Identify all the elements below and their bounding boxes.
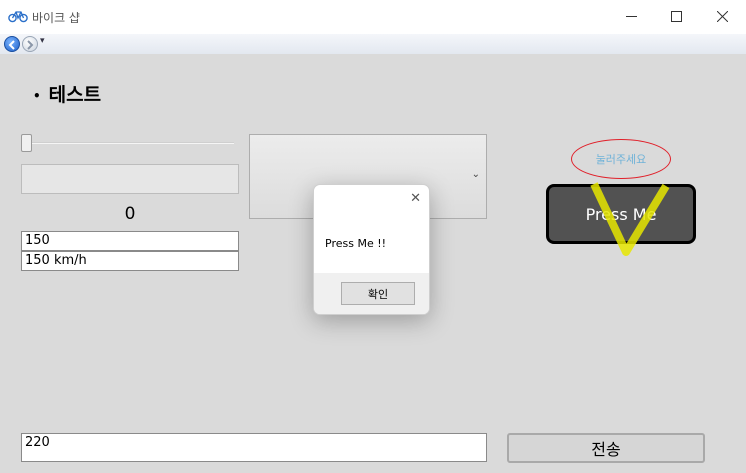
slider-thumb[interactable] [21, 134, 32, 152]
close-button[interactable] [699, 0, 745, 32]
dialog-message: Press Me !! [325, 237, 387, 250]
minimize-icon [625, 15, 637, 17]
ok-button[interactable]: 확인 [341, 282, 415, 305]
forward-arrow-glyph [27, 40, 34, 50]
back-arrow-icon[interactable] [4, 36, 20, 52]
close-icon [716, 10, 728, 22]
forward-arrow-icon[interactable] [22, 36, 38, 52]
message-dialog: ✕ Press Me !! 확인 [313, 184, 430, 315]
check-v-shape [590, 182, 670, 256]
bullet-icon: • [33, 88, 41, 103]
counter-value: 0 [124, 204, 136, 224]
navigation-bar: ▾ [0, 34, 746, 54]
minimize-button[interactable] [608, 0, 654, 32]
slider-track[interactable] [22, 142, 234, 144]
dialog-close-icon[interactable]: ✕ [410, 191, 421, 206]
send-button[interactable]: 전송 [507, 433, 705, 463]
progress-bar [21, 164, 239, 194]
heading-text: 테스트 [48, 84, 102, 106]
bicycle-icon [8, 11, 28, 23]
title-bar: 바이크 샵 [0, 0, 746, 34]
back-arrow-glyph [8, 40, 15, 50]
window-title: 바이크 샵 [32, 11, 80, 25]
chevron-down-icon: ⌄ [471, 169, 480, 180]
bottom-textbox[interactable]: 220 [21, 433, 487, 462]
speed-textbox[interactable]: 150 [21, 231, 239, 251]
speed-unit-textbox[interactable]: 150 km/h [21, 251, 239, 271]
maximize-icon [670, 10, 682, 22]
dialog-footer: 확인 [314, 273, 429, 314]
press-hint-ellipse[interactable]: 눌러주세요 [571, 139, 671, 179]
maximize-button[interactable] [653, 0, 699, 32]
chevron-down-icon[interactable]: ▾ [40, 36, 45, 46]
page-heading: • 테스트 [33, 80, 101, 107]
